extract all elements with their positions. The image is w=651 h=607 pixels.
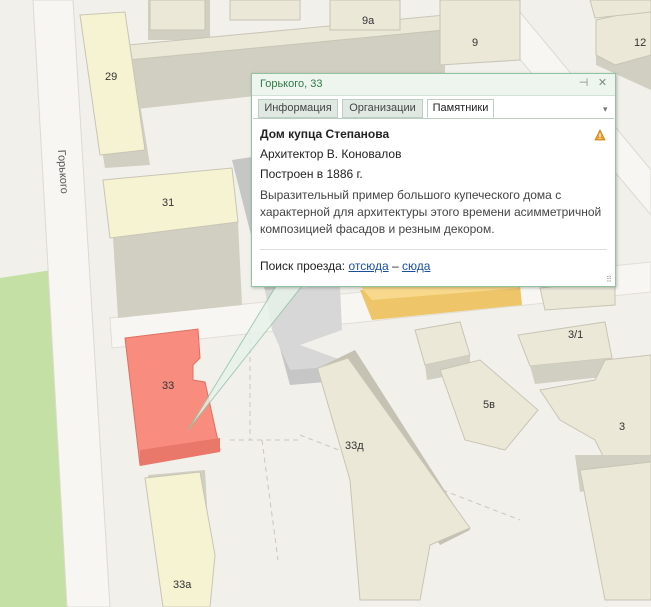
close-icon[interactable]: ✕	[596, 77, 609, 90]
monument-architect: Архитектор В. Коновалов	[260, 147, 402, 161]
tab-information[interactable]: Информация	[258, 99, 338, 118]
building-31-side	[113, 222, 242, 318]
monument-description: Выразительный пример большого купеческог…	[260, 188, 602, 236]
building-9-roof	[439, 0, 521, 66]
pin-icon[interactable]: ⊣	[577, 77, 590, 90]
building-label-9: 9	[472, 37, 478, 49]
building-top-mid	[229, 0, 301, 21]
building-label-33a: 33а	[173, 579, 192, 591]
route-dash: –	[391, 259, 399, 273]
building-label-12: 12	[634, 37, 646, 49]
popup-title: Горького, 33	[260, 78, 323, 90]
tab-menu-icon[interactable]: ▾	[603, 104, 608, 115]
info-popup: Горького, 33 ⊣ ✕ Информация Организации …	[251, 73, 616, 287]
tab-monuments[interactable]: Памятники	[427, 99, 494, 118]
building-label-33: 33	[162, 380, 174, 392]
building-label-3-1: 3/1	[568, 329, 583, 341]
monument-built: Построен в 1886 г.	[260, 167, 363, 181]
route-to-link[interactable]: сюда	[402, 259, 430, 273]
popup-title-bar[interactable]: Горького, 33 ⊣ ✕	[252, 74, 615, 96]
building-label-3: 3	[619, 421, 625, 433]
content-separator	[260, 249, 607, 250]
popup-content: Дом купца Степанова Архитектор В. Конова…	[260, 127, 605, 244]
building-label-31: 31	[162, 197, 174, 209]
tab-divider	[253, 118, 614, 119]
route-from-link[interactable]: отсюда	[348, 259, 388, 273]
monument-name: Дом купца Степанова	[260, 127, 390, 141]
tab-organizations[interactable]: Организации	[342, 99, 423, 118]
building-label-5v: 5в	[483, 399, 495, 411]
building-top-left-roof	[149, 0, 206, 31]
resize-handle-icon[interactable]: ⠿	[606, 275, 612, 284]
building-label-9a: 9а	[362, 15, 375, 27]
route-label: Поиск проезда:	[260, 259, 346, 273]
route-search: Поиск проезда: отсюда – сюда	[260, 259, 430, 273]
warning-icon[interactable]	[594, 129, 606, 141]
building-label-33d: 33д	[345, 440, 364, 452]
building-label-29: 29	[105, 71, 117, 83]
